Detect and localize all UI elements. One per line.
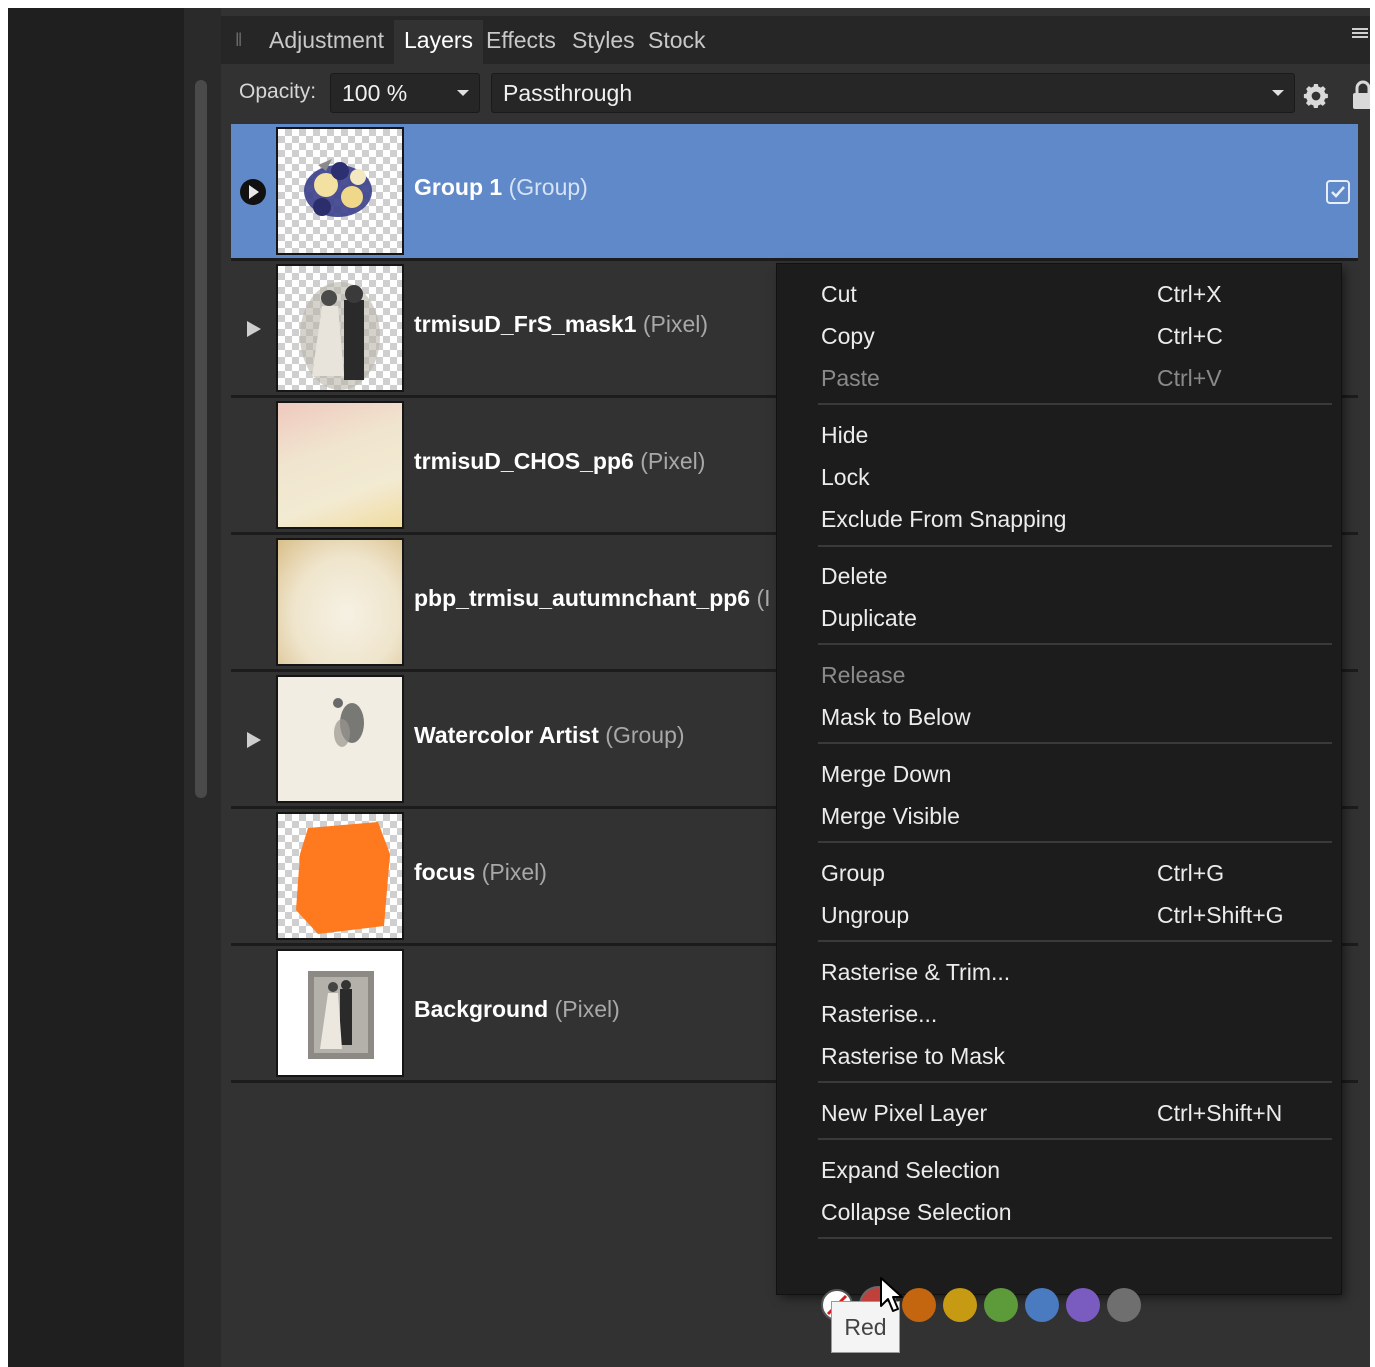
layer-type: (Pixel)	[640, 448, 706, 474]
menu-separator	[818, 742, 1332, 744]
layer-thumbnail	[276, 264, 404, 392]
layer-type: (Pixel)	[642, 311, 709, 337]
layer-type: (I	[756, 585, 771, 611]
gear-icon[interactable]	[1301, 81, 1331, 111]
menu-item-rasterise-trim[interactable]: Rasterise & Trim...	[821, 952, 1321, 992]
layer-thumbnail	[276, 812, 404, 940]
menu-item-rasterise-to-mask[interactable]: Rasterise to Mask	[821, 1036, 1321, 1076]
blend-mode-value: Passthrough	[503, 80, 633, 106]
expand-arrow-icon[interactable]	[239, 726, 267, 754]
layer-context-menu: Cut Ctrl+X Copy Ctrl+C Paste Ctrl+V Hide Lo…	[777, 264, 1341, 1322]
layer-name: pbp_trmisu_autumnchant_pp6	[414, 585, 751, 611]
tab-stock[interactable]: Stock	[638, 20, 716, 64]
panel-menu-icon[interactable]	[1352, 28, 1368, 42]
menu-separator	[818, 1138, 1332, 1140]
layer-name: trmisuD_CHOS_pp6	[414, 448, 634, 474]
lock-icon[interactable]	[1352, 80, 1370, 110]
menu-item-group[interactable]: Group Ctrl+G	[821, 853, 1321, 893]
menu-item-hide[interactable]: Hide	[821, 415, 1321, 455]
tag-color-gray-swatch[interactable]	[1107, 1288, 1141, 1322]
layer-type: (Pixel)	[481, 859, 547, 885]
menu-separator	[818, 545, 1332, 547]
opacity-value: 100 %	[342, 80, 408, 106]
canvas-area	[8, 8, 184, 1367]
menu-item-rasterise[interactable]: Rasterise...	[821, 994, 1321, 1034]
menu-separator	[818, 1237, 1332, 1239]
menu-separator	[818, 841, 1332, 843]
layers-scrollbar[interactable]	[195, 80, 207, 798]
menu-item-cut[interactable]: Cut Ctrl+X	[821, 274, 1321, 314]
tag-color-orange-swatch[interactable]	[902, 1288, 936, 1322]
layer-name: Background	[414, 996, 549, 1022]
flower-bouquet-thumbnail	[304, 159, 372, 217]
app-window: ‖ Adjustment Layers Effects Styles Stock…	[8, 8, 1370, 1367]
watercolor-figure-thumbnail	[333, 698, 364, 747]
wedding-photo-thumbnail	[308, 971, 374, 1059]
visibility-checkbox[interactable]	[1326, 180, 1350, 204]
tag-color-purple-swatch[interactable]	[1066, 1288, 1100, 1322]
menu-separator	[818, 403, 1332, 405]
menu-item-duplicate[interactable]: Duplicate	[821, 598, 1321, 638]
layer-type: (Pixel)	[554, 996, 620, 1022]
menu-item-merge-down[interactable]: Merge Down	[821, 754, 1321, 794]
tag-color-blue-swatch[interactable]	[1025, 1288, 1059, 1322]
menu-item-collapse-selection[interactable]: Collapse Selection	[821, 1192, 1321, 1232]
menu-item-merge-visible[interactable]: Merge Visible	[821, 796, 1321, 836]
layer-name: trmisuD_FrS_mask1	[414, 311, 637, 337]
menu-item-expand-selection[interactable]: Expand Selection	[821, 1150, 1321, 1190]
layer-thumbnail	[276, 675, 404, 803]
tab-adjustment[interactable]: Adjustment	[259, 20, 394, 64]
menu-item-new-pixel-layer[interactable]: New Pixel Layer Ctrl+Shift+N	[821, 1093, 1321, 1133]
menu-item-exclude-snapping[interactable]: Exclude From Snapping	[821, 499, 1321, 539]
wedding-photo-thumbnail	[300, 282, 380, 390]
layer-row[interactable]: Group 1 (Group)	[231, 124, 1358, 261]
drag-grip-icon[interactable]: ‖	[235, 30, 243, 51]
menu-item-lock[interactable]: Lock	[821, 457, 1321, 497]
layer-name: Watercolor Artist	[414, 722, 599, 748]
menu-item-paste[interactable]: Paste Ctrl+V	[821, 358, 1321, 398]
blend-mode-dropdown[interactable]: Passthrough	[491, 73, 1295, 113]
tag-color-green-swatch[interactable]	[984, 1288, 1018, 1322]
menu-item-ungroup[interactable]: Ungroup Ctrl+Shift+G	[821, 895, 1321, 935]
layer-thumbnail	[276, 127, 404, 255]
checkmark-icon	[1331, 186, 1345, 198]
chevron-down-icon	[457, 90, 469, 96]
layer-name: focus	[414, 859, 476, 885]
opacity-dropdown[interactable]: 100 %	[330, 73, 480, 113]
tab-layers[interactable]: Layers	[394, 20, 484, 64]
layer-thumbnail	[276, 538, 404, 666]
layer-type: (Group)	[508, 174, 588, 200]
layer-name: Group 1	[414, 174, 503, 200]
tab-styles[interactable]: Styles	[562, 20, 645, 64]
tag-color-yellow-swatch[interactable]	[943, 1288, 977, 1322]
tab-effects[interactable]: Effects	[476, 20, 566, 64]
expand-arrow-icon[interactable]	[239, 178, 267, 206]
layers-toolbar: Opacity: 100 % Passthrough	[221, 64, 1370, 124]
menu-separator	[818, 643, 1332, 645]
menu-item-delete[interactable]: Delete	[821, 556, 1321, 596]
layer-thumbnail	[276, 949, 404, 1077]
chevron-down-icon	[1272, 90, 1284, 96]
menu-separator	[818, 1081, 1332, 1083]
menu-separator	[818, 940, 1332, 942]
orange-blob-thumbnail	[296, 822, 390, 934]
menu-item-mask-to-below[interactable]: Mask to Below	[821, 697, 1321, 737]
menu-item-copy[interactable]: Copy Ctrl+C	[821, 316, 1321, 356]
menu-item-release[interactable]: Release	[821, 655, 1321, 695]
mouse-cursor-icon	[880, 1277, 903, 1312]
opacity-label: Opacity:	[239, 80, 317, 103]
layer-type: (Group)	[605, 722, 685, 748]
layer-thumbnail	[276, 401, 404, 529]
expand-arrow-icon[interactable]	[239, 315, 267, 343]
panel-tab-bar: ‖ Adjustment Layers Effects Styles Stock	[221, 16, 1370, 64]
